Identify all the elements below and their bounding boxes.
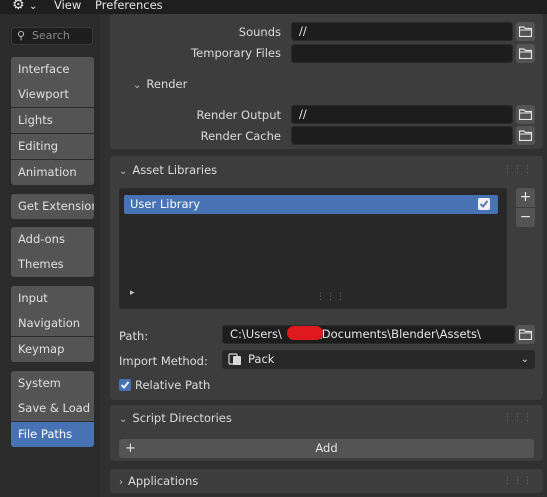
- drag-handle-icon[interactable]: ⋮⋮⋮: [503, 166, 533, 175]
- sounds-path-field[interactable]: //: [291, 22, 513, 41]
- render-subheader-label: Render: [146, 77, 188, 91]
- sidebar-item-lights[interactable]: Lights: [11, 108, 94, 133]
- chevron-down-icon: ⌄: [119, 414, 128, 425]
- temporary-files-field[interactable]: [291, 44, 513, 63]
- folder-icon: [519, 109, 532, 120]
- library-enabled-checkbox[interactable]: [478, 198, 490, 210]
- folder-icon: [519, 130, 532, 141]
- path-label: Path:: [119, 329, 149, 343]
- sounds-label: Sounds: [238, 25, 281, 39]
- add-library-button[interactable]: +: [516, 188, 535, 207]
- folder-icon: [519, 329, 532, 340]
- sidebar-item-themes[interactable]: Themes: [11, 252, 94, 277]
- relative-path-label: Relative Path: [135, 378, 211, 392]
- chevron-down-icon: ⌄: [29, 1, 38, 12]
- sidebar-item-input[interactable]: Input: [11, 286, 94, 311]
- asset-libraries-title: Asset Libraries: [132, 163, 218, 177]
- expand-options-icon[interactable]: ▸: [130, 288, 135, 298]
- folder-icon: [519, 48, 532, 59]
- render-cache-browse-button[interactable]: [516, 126, 535, 145]
- list-item[interactable]: User Library: [124, 195, 498, 214]
- menu-view[interactable]: View: [54, 0, 81, 13]
- checkmark-icon: [479, 200, 489, 208]
- temporary-files-browse-button[interactable]: [516, 44, 535, 63]
- sidebar-item-save-load[interactable]: Save & Load: [11, 396, 94, 421]
- editor-type-button[interactable]: ⚙ ⌄: [12, 0, 42, 14]
- script-directories-panel: ⌄ Script Directories ⋮⋮⋮ + Add: [110, 405, 543, 461]
- asset-library-list[interactable]: User Library ▸ ⋮⋮⋮: [119, 188, 507, 309]
- applications-title: Applications: [128, 474, 199, 488]
- search-input[interactable]: ⚲ Search: [11, 27, 93, 45]
- sidebar-item-keymap[interactable]: Keymap: [11, 337, 94, 362]
- asset-libraries-header[interactable]: ⌄ Asset Libraries: [119, 163, 217, 177]
- remove-library-button[interactable]: −: [516, 208, 535, 227]
- checkmark-icon: [120, 381, 130, 389]
- search-icon: ⚲: [17, 29, 26, 42]
- chevron-down-icon: ⌄: [520, 354, 529, 365]
- library-name: User Library: [130, 197, 201, 211]
- chevron-down-icon: ⌄: [119, 166, 128, 177]
- search-placeholder: Search: [32, 29, 70, 42]
- render-output-label: Render Output: [196, 108, 281, 122]
- import-method-label: Import Method:: [119, 354, 208, 368]
- add-label: Add: [315, 441, 338, 455]
- folder-icon: [519, 26, 532, 37]
- path-prefix: C:\Users\: [230, 327, 282, 341]
- script-directories-header[interactable]: ⌄ Script Directories: [119, 411, 232, 425]
- applications-panel: › Applications ⋮⋮⋮: [110, 469, 543, 493]
- chevron-down-icon: ⌄: [133, 80, 142, 91]
- sidebar-item-navigation[interactable]: Navigation: [11, 311, 94, 336]
- path-suffix: \Documents\Blender\Assets\: [317, 327, 481, 341]
- sounds-browse-button[interactable]: [516, 22, 535, 41]
- script-directories-title: Script Directories: [132, 411, 232, 425]
- library-path-browse-button[interactable]: [516, 325, 535, 344]
- applications-header[interactable]: › Applications: [119, 474, 198, 488]
- sidebar-item-system[interactable]: System: [11, 371, 94, 396]
- drag-handle-icon[interactable]: ⋮⋮⋮: [503, 414, 533, 423]
- drag-handle-icon[interactable]: ⋮⋮⋮: [503, 477, 533, 486]
- import-method-dropdown[interactable]: Pack ⌄: [222, 350, 535, 369]
- menu-preferences[interactable]: Preferences: [95, 0, 163, 13]
- render-subpanel-header[interactable]: ⌄ Render: [133, 77, 187, 91]
- pack-icon: [228, 352, 242, 371]
- redaction-mark: [287, 326, 323, 340]
- preferences-content: Sounds // Temporary Files ⌄ Render Render…: [100, 14, 547, 497]
- render-output-browse-button[interactable]: [516, 105, 535, 124]
- list-resize-handle[interactable]: ⋮⋮⋮: [316, 293, 346, 302]
- sidebar-item-viewport[interactable]: Viewport: [11, 82, 94, 107]
- paths-panel: Sounds // Temporary Files ⌄ Render Render…: [110, 14, 543, 149]
- sidebar-item-add-ons[interactable]: Add-ons: [11, 227, 94, 252]
- render-cache-label: Render Cache: [200, 129, 281, 143]
- import-method-value: Pack: [248, 352, 275, 366]
- library-path-field[interactable]: C:\Users\ \Documents\Blender\Assets\: [222, 325, 515, 344]
- gear-icon: ⚙: [12, 0, 25, 13]
- sidebar-item-interface[interactable]: Interface: [11, 57, 94, 82]
- sidebar-item-file-paths[interactable]: File Paths: [11, 422, 94, 447]
- temporary-files-label: Temporary Files: [191, 46, 281, 60]
- sidebar-item-get-extensions[interactable]: Get Extensions: [11, 194, 94, 219]
- sidebar-item-editing[interactable]: Editing: [11, 134, 94, 159]
- asset-libraries-panel: ⌄ Asset Libraries ⋮⋮⋮ User Library ▸ ⋮⋮⋮ …: [110, 156, 543, 400]
- add-script-directory-button[interactable]: + Add: [119, 439, 534, 458]
- sidebar-item-animation[interactable]: Animation: [11, 160, 94, 185]
- render-output-field[interactable]: //: [291, 105, 513, 124]
- render-cache-field[interactable]: [291, 126, 513, 145]
- chevron-right-icon: ›: [119, 477, 123, 488]
- relative-path-checkbox[interactable]: [119, 379, 131, 391]
- top-menu-bar: ⚙ ⌄ View Preferences: [0, 0, 547, 14]
